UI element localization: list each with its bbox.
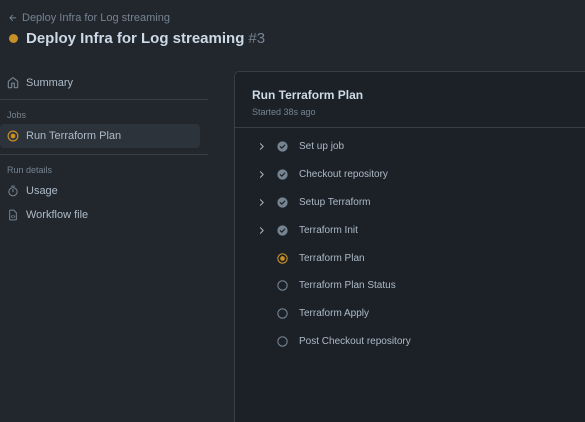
job-step-label: Checkout repository: [299, 169, 388, 181]
page-title: Deploy Infra for Log streaming #3: [26, 30, 265, 47]
run-status-icon: [9, 34, 18, 43]
sidebar-divider: [0, 99, 208, 100]
job-step-label: Set up job: [299, 141, 345, 153]
chevron-placeholder: [254, 307, 268, 321]
job-step[interactable]: Set up job: [235, 133, 585, 161]
back-link-label: Deploy Infra for Log streaming: [22, 12, 170, 24]
sidebar-item-job[interactable]: Run Terraform Plan: [0, 124, 200, 148]
job-step-label: Terraform Plan Status: [299, 280, 396, 292]
page-title-row: Deploy Infra for Log streaming #3: [9, 30, 265, 47]
job-step[interactable]: Terraform Plan: [235, 244, 585, 272]
file-code-icon: [9, 209, 17, 221]
job-step[interactable]: Post Checkout repository: [235, 328, 585, 356]
arrow-left-icon: [9, 14, 17, 21]
back-link[interactable]: Deploy Infra for Log streaming: [8, 12, 170, 24]
sidebar-item-job-label: Run Terraform Plan: [26, 130, 122, 142]
home-icon: [7, 77, 19, 89]
in-progress-icon: [7, 130, 19, 142]
page-title-text: Deploy Infra for Log streaming: [26, 30, 245, 47]
in-progress-icon: [277, 252, 288, 264]
job-step[interactable]: Checkout repository: [235, 161, 585, 189]
sidebar-item-usage[interactable]: Usage: [0, 179, 202, 203]
job-header: Run Terraform Plan Started 38s ago: [235, 72, 585, 128]
job-title: Run Terraform Plan: [252, 88, 364, 102]
stopwatch-icon: [8, 185, 18, 197]
sidebar-item-workflow-file[interactable]: Workflow file: [0, 203, 202, 227]
workflow-run-page: Deploy Infra for Log streaming Deploy In…: [0, 0, 585, 422]
check-circle-icon: [277, 141, 288, 153]
job-step-label: Post Checkout repository: [299, 335, 411, 347]
chevron-right-icon[interactable]: [254, 195, 268, 209]
chevron-placeholder: [254, 251, 268, 265]
queued-circle-icon: [277, 308, 288, 319]
chevron-placeholder: [254, 279, 268, 293]
chevron-right-icon[interactable]: [254, 140, 268, 154]
sidebar-item-usage-label: Usage: [26, 185, 58, 197]
job-step[interactable]: Setup Terraform: [235, 189, 585, 217]
sidebar-item-summary[interactable]: Summary: [0, 71, 202, 95]
run-number: #3: [248, 30, 266, 47]
check-circle-icon: [277, 225, 288, 236]
sidebar-item-summary-label: Summary: [26, 77, 74, 89]
queued-circle-icon: [277, 336, 288, 347]
job-log-panel: Run Terraform Plan Started 38s ago Set u…: [234, 71, 585, 422]
chevron-right-icon[interactable]: [254, 168, 268, 182]
queued-circle-icon: [277, 280, 288, 292]
check-circle-icon: [277, 169, 288, 180]
chevron-right-icon[interactable]: [254, 223, 268, 237]
job-steps-list: Set up job Checkout repository Setup Terra…: [235, 128, 585, 355]
sidebar-divider: [0, 154, 208, 155]
job-step[interactable]: Terraform Init: [235, 216, 585, 244]
run-details-section-label: Run details: [7, 165, 53, 175]
sidebar: Summary Jobs Run Terraform Plan Run deta…: [0, 70, 210, 227]
jobs-section-label: Jobs: [7, 110, 27, 120]
chevron-placeholder: [254, 334, 268, 348]
job-step[interactable]: Terraform Plan Status: [235, 272, 585, 300]
check-circle-icon: [277, 197, 288, 208]
job-step-label: Terraform Plan: [299, 252, 365, 264]
sidebar-item-workflow-file-label: Workflow file: [26, 209, 89, 221]
job-step[interactable]: Terraform Apply: [235, 300, 585, 328]
job-step-label: Setup Terraform: [299, 196, 371, 208]
job-step-label: Terraform Init: [299, 224, 358, 236]
job-step-label: Terraform Apply: [299, 308, 370, 320]
job-started-time: Started 38s ago: [252, 107, 316, 117]
